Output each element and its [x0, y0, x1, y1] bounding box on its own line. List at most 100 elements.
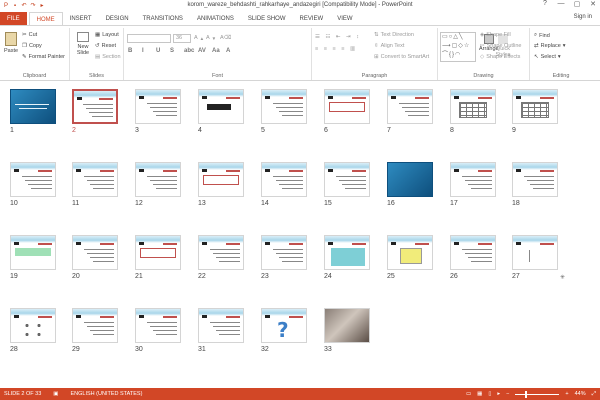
layout-button[interactable]: ▦ Layout — [95, 32, 119, 38]
font-format-button[interactable]: abc — [184, 48, 194, 54]
slide-thumbnail[interactable] — [198, 308, 244, 343]
clear-format-icon[interactable]: A⌫ — [220, 35, 231, 41]
slide-thumbnail[interactable] — [198, 89, 244, 124]
zoom-slider[interactable] — [515, 390, 560, 398]
slide-thumbnail[interactable] — [450, 235, 496, 270]
tab-design[interactable]: DESIGN — [99, 12, 136, 26]
tab-slide-show[interactable]: SLIDE SHOW — [241, 12, 293, 26]
slide-thumbnail[interactable] — [450, 162, 496, 197]
slide-thumbnail[interactable] — [261, 89, 307, 124]
slide-thumbnail[interactable] — [512, 162, 558, 197]
font-format-button[interactable]: U — [156, 48, 160, 54]
paste-button[interactable]: Paste — [4, 32, 18, 54]
align-text-button[interactable]: ⇳ Align Text — [374, 43, 404, 49]
slide-thumbnail[interactable] — [324, 89, 370, 124]
slide-thumbnail[interactable] — [10, 235, 56, 270]
tab-view[interactable]: VIEW — [330, 12, 359, 26]
normal-view-icon[interactable]: ▭ — [466, 391, 471, 397]
zoom-level[interactable]: 44% — [575, 391, 586, 397]
reading-view-icon[interactable]: ▯ — [488, 391, 491, 397]
slideshow-view-icon[interactable]: ▸ — [497, 391, 500, 397]
section-button[interactable]: ▤ Section — [95, 54, 121, 60]
font-format-button[interactable]: A — [226, 48, 230, 54]
format-painter-button[interactable]: ✎ Format Painter — [22, 54, 65, 60]
grow-font-icon[interactable]: A ▲ — [194, 35, 204, 41]
slide-thumbnail[interactable] — [387, 162, 433, 197]
slide-thumbnail[interactable] — [198, 235, 244, 270]
slide-thumbnail[interactable] — [261, 162, 307, 197]
tab-animations[interactable]: ANIMATIONS — [190, 12, 241, 26]
slide-thumbnail[interactable] — [324, 308, 370, 343]
slide-thumbnail[interactable] — [135, 235, 181, 270]
text-direction-button[interactable]: ⇅ Text Direction — [374, 32, 414, 38]
tab-home[interactable]: HOME — [28, 12, 63, 26]
slide-thumbnail[interactable] — [135, 308, 181, 343]
font-name-field[interactable] — [127, 34, 171, 43]
font-size-field[interactable]: 36 — [173, 34, 191, 43]
font-format-button[interactable]: Aa — [212, 48, 220, 54]
shape-outline-button[interactable]: ✏ Shape Outline — [480, 43, 521, 49]
fit-to-window-icon[interactable]: ⤢ — [592, 391, 596, 398]
reset-button[interactable]: ↺ Reset — [95, 43, 116, 49]
redo-icon[interactable]: ↷ — [30, 3, 36, 9]
shrink-font-icon[interactable]: A ▼ — [206, 35, 216, 41]
slide-thumbnail[interactable] — [10, 308, 56, 343]
slide-thumbnail[interactable] — [72, 308, 118, 343]
minimize-button[interactable]: — — [556, 0, 566, 8]
zoom-in-button[interactable]: + — [565, 391, 568, 397]
save-icon[interactable]: ▪ — [12, 3, 18, 9]
align-icons[interactable]: ≡ ≡ ≡ ≡ ▥ — [315, 46, 357, 52]
find-button[interactable]: ⌕ Find — [534, 32, 550, 39]
shapes-gallery[interactable]: ▭○△╲ ⟶▢◇☆ ⌒{}◠ — [440, 32, 476, 62]
slide-thumbnail[interactable] — [261, 235, 307, 270]
slide-thumbnail[interactable] — [324, 235, 370, 270]
tab-insert[interactable]: INSERT — [63, 12, 99, 26]
slide-thumbnail[interactable] — [387, 235, 433, 270]
slide-thumbnail[interactable] — [10, 162, 56, 197]
slide-thumbnail[interactable] — [512, 235, 558, 270]
slide-sorter-view-icon[interactable]: ▦ — [477, 391, 482, 397]
select-button[interactable]: ↖ Select ▾ — [534, 54, 561, 60]
slide-thumbnail[interactable] — [450, 89, 496, 124]
slide-thumbnail[interactable] — [72, 162, 118, 197]
tab-transitions[interactable]: TRANSITIONS — [136, 12, 190, 26]
slide-thumbnail[interactable] — [135, 89, 181, 124]
font-format-button[interactable]: AV — [198, 48, 206, 54]
slide-thumbnail[interactable] — [324, 162, 370, 197]
slide-thumbnail[interactable] — [72, 235, 118, 270]
slide-thumbnail[interactable] — [135, 162, 181, 197]
slide-thumbnail[interactable] — [72, 89, 118, 124]
select-label: Select — [540, 54, 556, 60]
shape-fill-button[interactable]: ◈ Shape Fill — [480, 32, 511, 38]
zoom-out-button[interactable]: − — [506, 391, 509, 397]
shape-effects-button[interactable]: ◇ Shape Effects — [480, 54, 520, 60]
slide-thumbnail[interactable] — [10, 89, 56, 124]
font-format-button[interactable]: I — [142, 48, 144, 54]
slides-group-label: Slides — [89, 73, 104, 79]
copy-button[interactable]: ❐ Copy — [22, 43, 42, 49]
tab-file[interactable]: FILE — [0, 12, 27, 26]
slide-thumbnail[interactable] — [198, 162, 244, 197]
help-button[interactable]: ? — [540, 0, 550, 8]
undo-icon[interactable]: ↶ — [21, 3, 27, 9]
tab-review[interactable]: REVIEW — [293, 12, 331, 26]
spellcheck-icon[interactable]: ▣ — [53, 391, 58, 397]
slide-thumbnail[interactable] — [387, 89, 433, 124]
slide-thumbnail[interactable] — [512, 89, 558, 124]
section-label: Section — [102, 54, 121, 60]
font-format-button[interactable]: B — [128, 48, 132, 54]
slide-text-line — [147, 103, 177, 104]
bullets-icon[interactable]: ☰ ☷ ⇤ ⇥ ↕ — [315, 34, 361, 40]
cut-button[interactable]: ✂ Cut — [22, 32, 37, 38]
slide-number: 1 — [10, 127, 14, 134]
close-button[interactable]: ✕ — [588, 0, 598, 8]
maximize-button[interactable]: ▢ — [572, 0, 582, 8]
sign-in-link[interactable]: Sign in — [574, 14, 592, 20]
replace-button[interactable]: ⇄ Replace ▾ — [534, 43, 566, 49]
slide-thumbnail[interactable]: ? — [261, 308, 307, 343]
language-indicator[interactable]: ENGLISH (UNITED STATES) — [71, 391, 143, 397]
convert-smartart-button[interactable]: ⊞ Convert to SmartArt — [374, 54, 429, 60]
new-slide-button[interactable]: New Slide — [73, 32, 93, 56]
start-slideshow-icon[interactable]: ▸ — [39, 3, 45, 9]
font-format-button[interactable]: S — [170, 48, 174, 54]
